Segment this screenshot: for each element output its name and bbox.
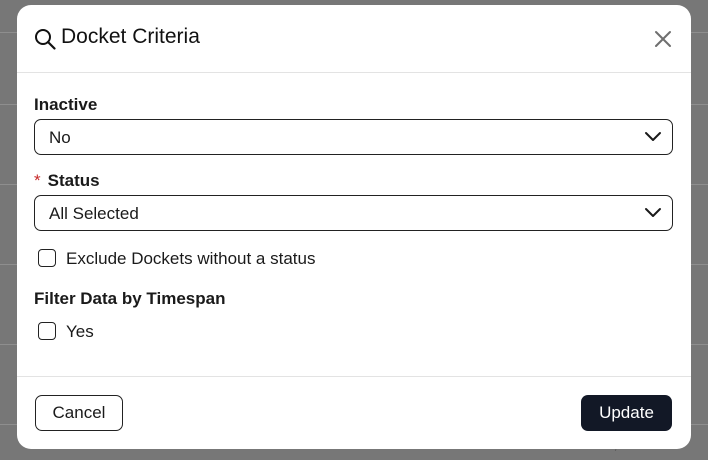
search-icon	[35, 29, 56, 50]
close-icon[interactable]	[651, 27, 675, 51]
dialog-header: Docket Criteria	[17, 5, 691, 73]
status-label: * Status	[34, 171, 100, 191]
cancel-button[interactable]: Cancel	[35, 395, 123, 431]
timespan-label: Filter Data by Timespan	[34, 289, 226, 308]
status-select-value: All Selected	[49, 204, 139, 223]
inactive-select-value: No	[49, 128, 71, 147]
timespan-yes-label[interactable]: Yes	[66, 322, 94, 342]
chevron-down-icon	[645, 132, 661, 141]
docket-criteria-dialog: Docket Criteria Inactive No * Status All …	[17, 5, 691, 449]
chevron-down-icon	[645, 208, 661, 217]
required-marker: *	[34, 171, 41, 190]
status-select[interactable]: All Selected	[34, 195, 673, 231]
timespan-yes-checkbox[interactable]	[38, 322, 56, 340]
dialog-footer: Cancel Update	[17, 376, 691, 449]
inactive-select[interactable]: No	[34, 119, 673, 155]
update-button[interactable]: Update	[581, 395, 672, 431]
exclude-dockets-checkbox[interactable]	[38, 249, 56, 267]
exclude-dockets-label[interactable]: Exclude Dockets without a status	[66, 249, 315, 269]
dialog-title: Docket Criteria	[61, 25, 200, 48]
inactive-label: Inactive	[34, 95, 98, 114]
status-label-text: Status	[47, 171, 100, 190]
